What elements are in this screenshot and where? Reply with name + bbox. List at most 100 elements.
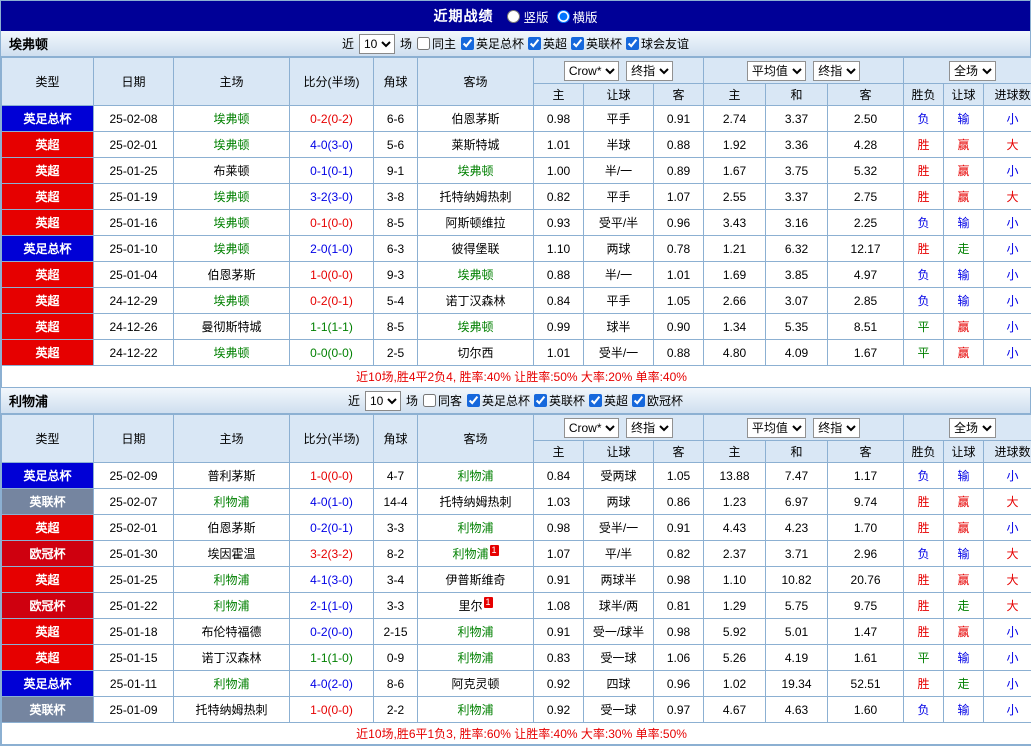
fulltime-select[interactable]: 全场 [949,418,996,438]
match-score[interactable]: 0-2(0-1) [290,288,374,314]
home-team[interactable]: 利物浦 [174,567,290,593]
team-link[interactable]: 埃弗顿 [213,346,249,360]
team-link[interactable]: 利物浦 [452,547,488,561]
match-score[interactable]: 4-1(3-0) [290,567,374,593]
away-team[interactable]: 托特纳姆热刺 [418,184,534,210]
average-select[interactable]: 平均值 [747,61,806,81]
team-link[interactable]: 利物浦 [213,573,249,587]
league-checkbox[interactable] [589,394,602,407]
team-link[interactable]: 托特纳姆热刺 [195,703,267,717]
bookmaker-select[interactable]: Crow* [564,61,619,81]
away-team[interactable]: 阿克灵顿 [418,671,534,697]
away-team[interactable]: 利物浦1 [418,541,534,567]
team-link[interactable]: 利物浦 [457,651,493,665]
home-team[interactable]: 布莱顿 [174,158,290,184]
match-score[interactable]: 1-1(1-0) [290,645,374,671]
away-team[interactable]: 利物浦 [418,697,534,723]
league-filter[interactable]: 球会友谊 [626,35,689,52]
team-link[interactable]: 诺丁汉森林 [201,651,261,665]
match-score[interactable]: 0-1(0-1) [290,158,374,184]
layout-radio-horizontal[interactable] [557,10,570,23]
layout-radio-vertical[interactable] [507,10,520,23]
team-link[interactable]: 埃弗顿 [213,138,249,152]
average-select[interactable]: 平均值 [747,418,806,438]
match-score[interactable]: 4-0(1-0) [290,489,374,515]
away-team[interactable]: 阿斯顿维拉 [418,210,534,236]
away-team[interactable]: 彼得堡联 [418,236,534,262]
league-filter[interactable]: 英超 [528,35,567,52]
final-odds-select[interactable]: 终指 [626,61,673,81]
match-score[interactable]: 0-2(0-2) [290,106,374,132]
team-link[interactable]: 伯恩茅斯 [451,112,499,126]
league-checkbox[interactable] [626,37,639,50]
same-venue-checkbox[interactable] [417,37,430,50]
league-checkbox[interactable] [467,394,480,407]
team-link[interactable]: 埃弗顿 [213,294,249,308]
away-team[interactable]: 诺丁汉森林 [418,288,534,314]
home-team[interactable]: 托特纳姆热刺 [174,697,290,723]
away-team[interactable]: 伊普斯维奇 [418,567,534,593]
home-team[interactable]: 埃弗顿 [174,288,290,314]
league-checkbox[interactable] [632,394,645,407]
bookmaker-select[interactable]: Crow* [564,418,619,438]
team-link[interactable]: 埃因霍温 [207,547,255,561]
layout-option-horizontal[interactable]: 横版 [557,7,598,26]
team-link[interactable]: 普利茅斯 [207,469,255,483]
team-link[interactable]: 利物浦 [457,469,493,483]
team-link[interactable]: 伯恩茅斯 [207,268,255,282]
away-team[interactable]: 托特纳姆热刺 [418,489,534,515]
home-team[interactable]: 曼彻斯特城 [174,314,290,340]
home-team[interactable]: 伯恩茅斯 [174,515,290,541]
match-score[interactable]: 0-1(0-0) [290,210,374,236]
team-link[interactable]: 利物浦 [213,677,249,691]
match-score[interactable]: 1-1(1-1) [290,314,374,340]
match-score[interactable]: 4-0(3-0) [290,132,374,158]
home-team[interactable]: 埃弗顿 [174,210,290,236]
same-venue-filter[interactable]: 同客 [423,392,462,409]
team-link[interactable]: 利物浦 [457,625,493,639]
team-link[interactable]: 阿斯顿维拉 [445,216,505,230]
home-team[interactable]: 普利茅斯 [174,463,290,489]
team-link[interactable]: 利物浦 [213,599,249,613]
match-score[interactable]: 4-0(2-0) [290,671,374,697]
home-team[interactable]: 伯恩茅斯 [174,262,290,288]
home-team[interactable]: 埃弗顿 [174,132,290,158]
away-team[interactable]: 利物浦 [418,619,534,645]
final-odds-select[interactable]: 终指 [626,418,673,438]
team-link[interactable]: 切尔西 [457,346,493,360]
team-link[interactable]: 埃弗顿 [457,320,493,334]
team-link[interactable]: 利物浦 [457,521,493,535]
final-odds-select[interactable]: 终指 [813,61,860,81]
team-link[interactable]: 伊普斯维奇 [445,573,505,587]
match-score[interactable]: 0-0(0-0) [290,340,374,366]
league-filter[interactable]: 英联杯 [534,392,585,409]
match-score[interactable]: 2-0(1-0) [290,236,374,262]
league-checkbox[interactable] [571,37,584,50]
match-score[interactable]: 2-1(1-0) [290,593,374,619]
team-link[interactable]: 埃弗顿 [213,216,249,230]
team-link[interactable]: 托特纳姆热刺 [439,190,511,204]
recent-count-select[interactable]: 10 [359,34,395,54]
away-team[interactable]: 埃弗顿 [418,158,534,184]
home-team[interactable]: 布伦特福德 [174,619,290,645]
away-team[interactable]: 利物浦 [418,463,534,489]
team-link[interactable]: 埃弗顿 [457,164,493,178]
match-score[interactable]: 1-0(0-0) [290,262,374,288]
team-link[interactable]: 彼得堡联 [451,242,499,256]
home-team[interactable]: 埃弗顿 [174,184,290,210]
home-team[interactable]: 利物浦 [174,489,290,515]
away-team[interactable]: 伯恩茅斯 [418,106,534,132]
team-link[interactable]: 埃弗顿 [213,242,249,256]
team-link[interactable]: 莱斯特城 [451,138,499,152]
league-checkbox[interactable] [534,394,547,407]
final-odds-select[interactable]: 终指 [813,418,860,438]
league-filter[interactable]: 英联杯 [571,35,622,52]
recent-count-select[interactable]: 10 [365,391,401,411]
team-link[interactable]: 利物浦 [213,495,249,509]
home-team[interactable]: 埃因霍温 [174,541,290,567]
team-link[interactable]: 托特纳姆热刺 [439,495,511,509]
home-team[interactable]: 埃弗顿 [174,236,290,262]
away-team[interactable]: 莱斯特城 [418,132,534,158]
match-score[interactable]: 1-0(0-0) [290,463,374,489]
league-filter[interactable]: 欧冠杯 [632,392,683,409]
